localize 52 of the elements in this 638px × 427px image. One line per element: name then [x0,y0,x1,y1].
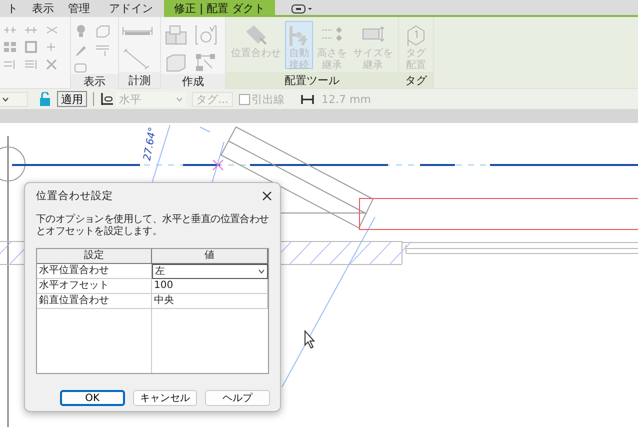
list-icon[interactable] [24,58,38,70]
value-field[interactable]: 中央 [152,294,268,309]
align-icon[interactable] [3,58,17,70]
ribbon-tab[interactable]: 管理 [61,0,102,17]
box-icon[interactable] [74,62,88,74]
delete-icon[interactable] [45,58,59,70]
square-icon[interactable] [24,41,38,53]
angle-label: 27.64° [142,126,159,162]
panel-label: 作成 [161,74,225,89]
cursor-icon [304,330,316,349]
bulb-icon[interactable] [74,24,88,38]
flow-icon[interactable] [194,52,218,74]
cross-mark [212,160,224,170]
join-icon[interactable] [24,24,38,36]
apply-button[interactable]: 適用 [57,91,87,107]
brush-icon[interactable] [74,43,88,57]
unlocked-lock-icon[interactable] [39,92,51,106]
split-icon[interactable] [3,24,17,36]
panel-label: 表示 [71,74,118,89]
dialog-button[interactable]: ヘルプ [205,390,270,406]
table-cell: 水平オフセット [37,279,152,294]
close-icon[interactable] [262,191,272,201]
ribbon-tab[interactable]: アドイン [102,0,160,17]
table-cell: 鉛直位置合わせ [37,294,152,309]
value-field[interactable]: 100 [152,279,268,294]
panel-toggle-icon[interactable] [291,4,314,14]
column-header: 値 [152,249,268,264]
dialog-title: 位置合わせ設定 [36,189,113,203]
ribbon-tab[interactable]: 表示 [25,0,61,17]
ribbon-tab[interactable]: ト [0,0,25,17]
table-cell: 水平位置合わせ [37,264,152,279]
cross-line-icon[interactable] [45,24,59,36]
panel-label: タグ [399,72,433,88]
ribbon-tab[interactable]: 修正 | 配置 ダクト [164,0,276,17]
panel-label: 配置ツール [226,72,398,88]
caret-icon[interactable] [2,96,9,102]
column-header: 設定 [37,249,152,264]
grid-bubble [0,146,26,182]
caret-icon[interactable] [258,269,265,274]
justification-icon[interactable] [100,92,114,106]
panel-label: 計測 [119,72,160,88]
cuboid-icon[interactable] [164,52,188,74]
grid-icon[interactable] [3,41,17,53]
blocks-icon[interactable] [164,24,188,46]
component-icon[interactable] [194,24,218,46]
value-dropdown[interactable]: 左 [152,264,268,279]
dialog-description: 下のオプションを使用して、水平と垂直の位置合わせとオフセットを設定します。 [35,212,270,238]
dialog-button[interactable]: OK [60,390,125,406]
dimension-icon[interactable] [300,94,314,104]
dialog-button[interactable]: キャンセル [132,390,198,406]
lines-icon[interactable] [95,43,111,57]
cube-icon[interactable] [95,24,111,38]
